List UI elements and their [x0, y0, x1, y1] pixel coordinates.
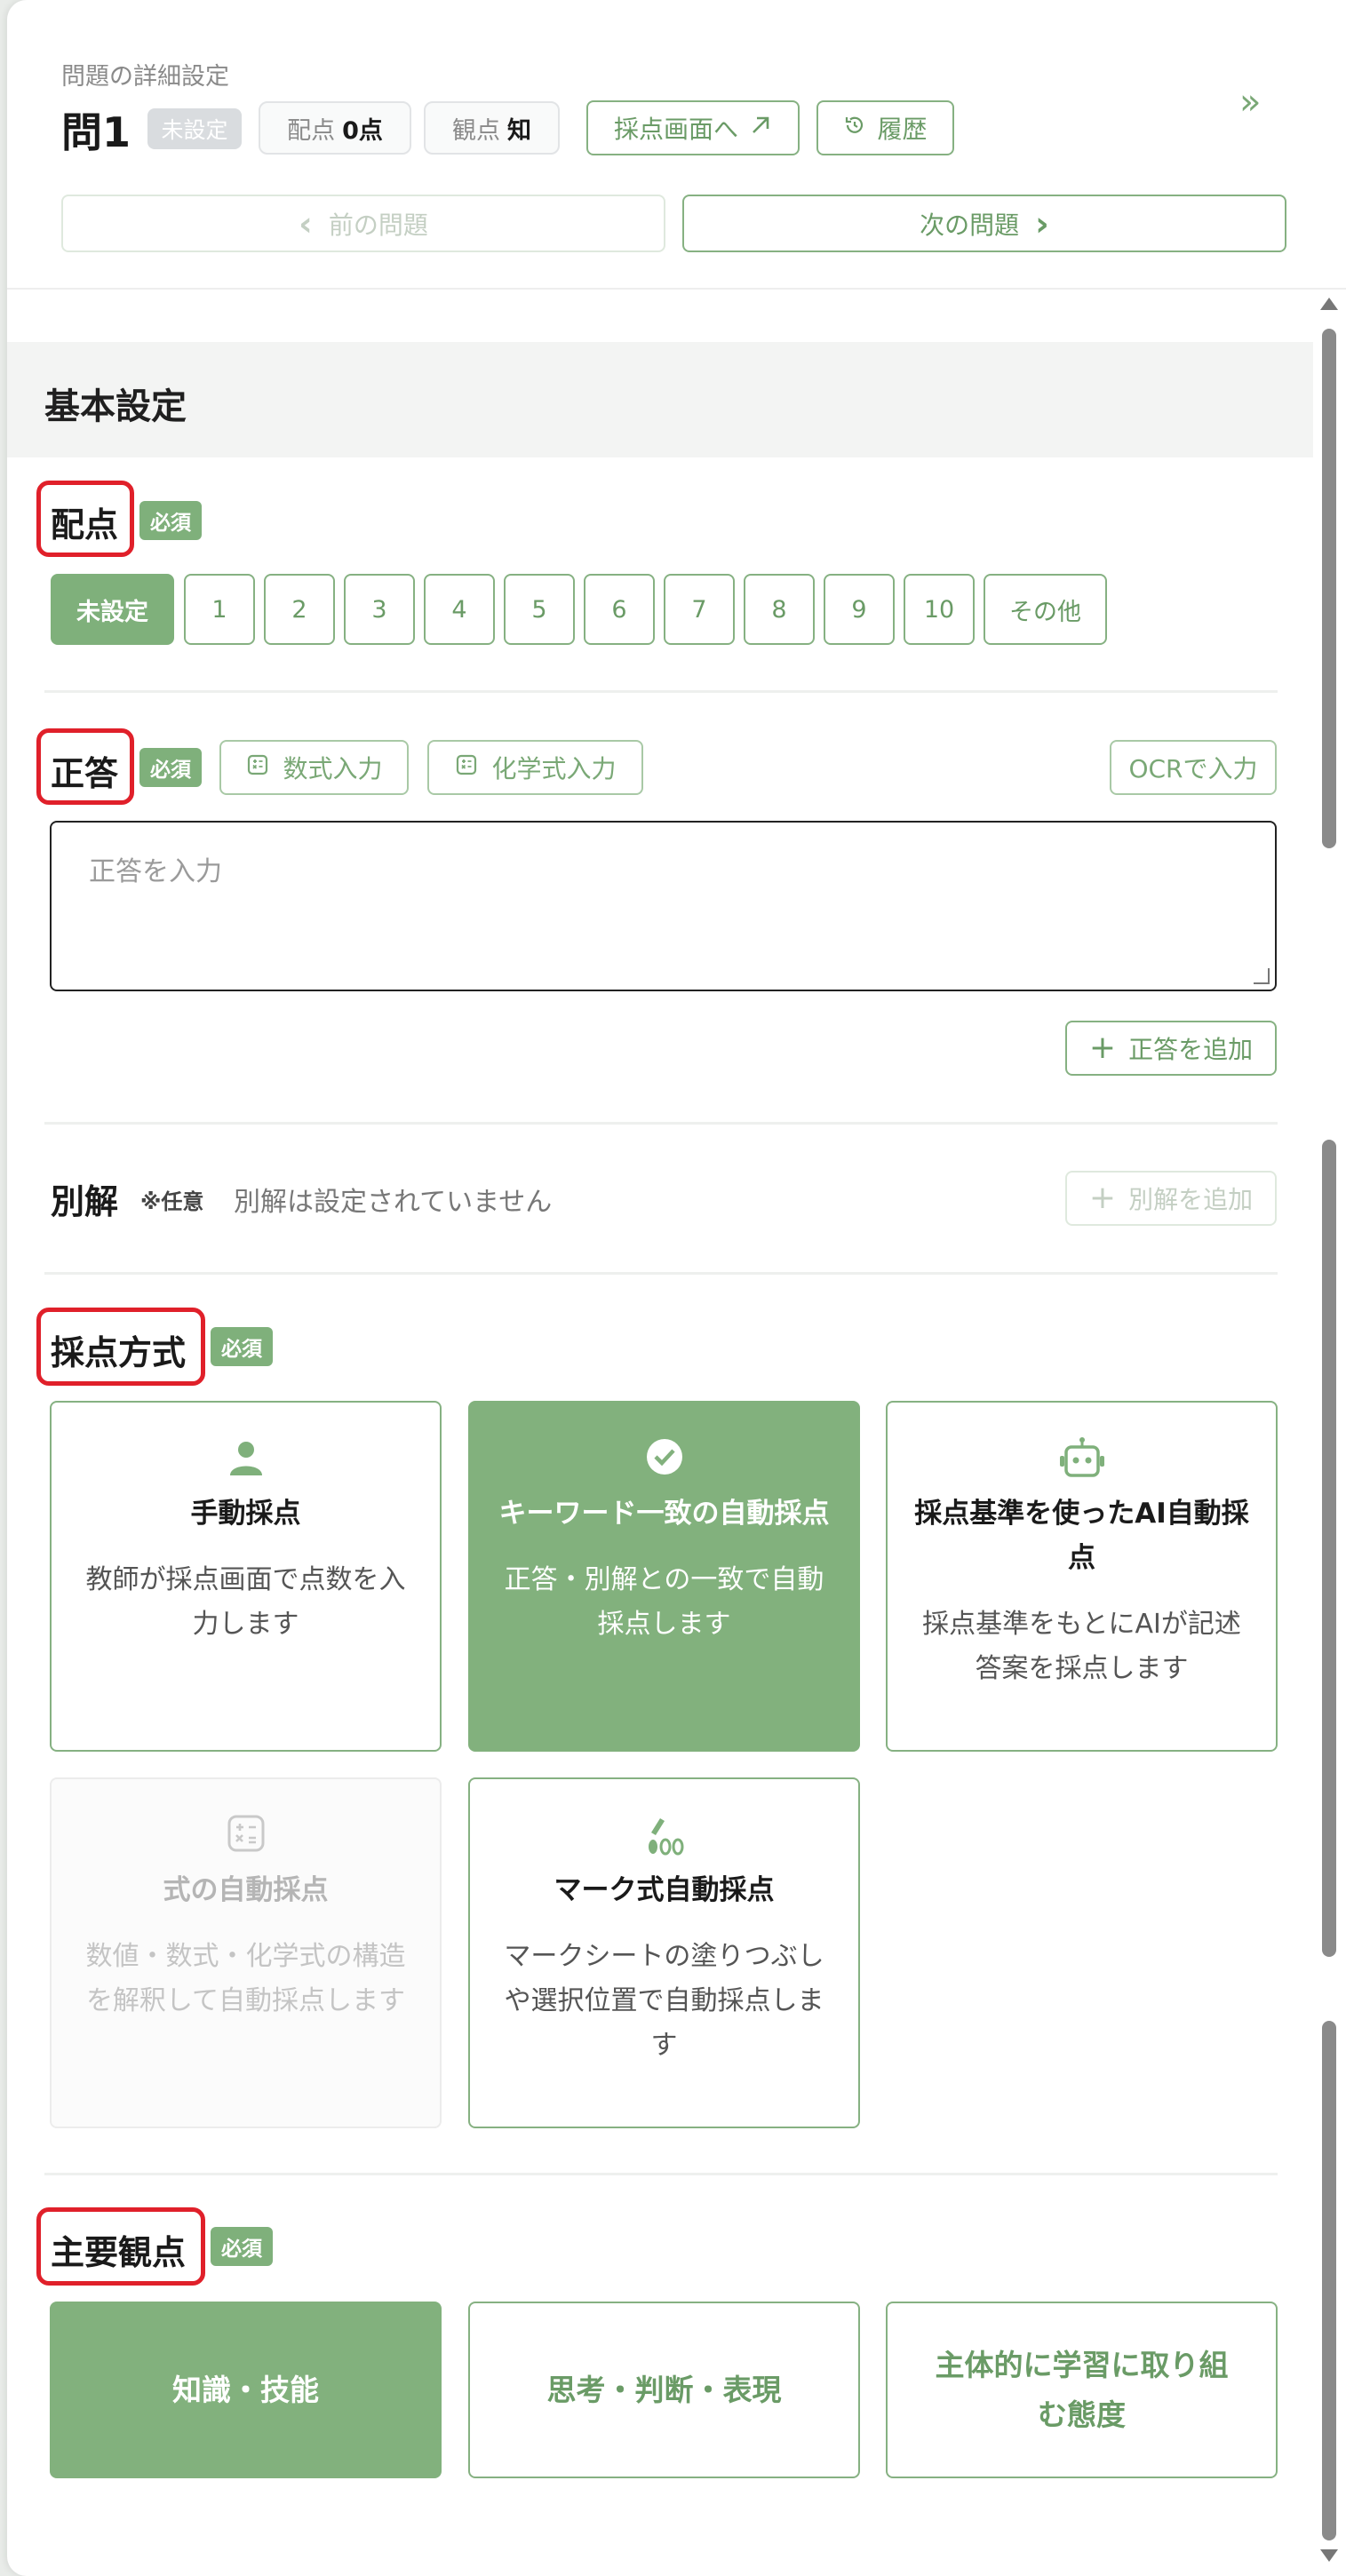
scoring-card-desc: マークシートの塗りつぶしや選択位置で自動採点します — [504, 1941, 824, 2061]
points-option-5[interactable]: 5 — [504, 574, 575, 645]
question-detail-panel: 問題の詳細設定 問1 未設定 配点 0点 観点 知 採点画面へ 履歴 » ‹ 前… — [7, 0, 1346, 2576]
answer-input[interactable]: 正答を入力 — [50, 821, 1277, 991]
scrollbar-thumb[interactable] — [1322, 329, 1336, 848]
viewpoint-option-thinking[interactable]: 思考・判断・表現 — [468, 2302, 860, 2478]
check-circle-icon — [470, 1436, 858, 1477]
points-option-unset[interactable]: 未設定 — [51, 574, 174, 645]
scoring-card-title: キーワード一致の自動採点 — [498, 1498, 830, 1530]
scoring-screen-button[interactable]: 採点画面へ — [586, 100, 800, 155]
scoring-card-keyword[interactable]: キーワード一致の自動採点 正答・別解との一致で自動採点します — [468, 1401, 860, 1752]
chem-input-label: 化学式入力 — [491, 754, 617, 783]
history-icon — [843, 114, 866, 143]
scoring-card-manual[interactable]: 手動採点 教師が採点画面で点数を入力します — [50, 1401, 442, 1752]
chem-input-button[interactable]: 化学式入力 — [427, 740, 643, 795]
divider — [44, 690, 1278, 693]
chevron-right-icon: › — [1035, 203, 1049, 243]
points-option-2[interactable]: 2 — [264, 574, 335, 645]
chevron-left-icon: ‹ — [299, 203, 313, 243]
scoring-card-title: 採点基準を使ったAI自動採点 — [914, 1498, 1249, 1574]
alternative-label: 別解 — [51, 1182, 119, 1221]
collapse-panel-icon[interactable]: » — [1239, 82, 1261, 123]
scoring-card-desc: 数値・数式・化学式の構造を解釈して自動採点します — [85, 1941, 406, 2016]
calculator-icon — [245, 752, 270, 783]
panel-header: 問題の詳細設定 問1 未設定 配点 0点 観点 知 採点画面へ 履歴 » ‹ 前… — [7, 0, 1346, 290]
question-title: 問1 — [61, 108, 131, 156]
scoring-card-desc: 正答・別解との一致で自動採点します — [504, 1564, 824, 1640]
scroll-up-arrow-icon[interactable] — [1320, 298, 1338, 310]
scoring-card-title: 式の自動採点 — [163, 1874, 329, 1906]
add-answer-button[interactable]: + 正答を追加 — [1065, 1021, 1277, 1076]
points-required-badge: 必須 — [139, 501, 202, 540]
calculator-icon — [52, 1813, 440, 1854]
history-label: 履歴 — [877, 115, 928, 144]
divider — [44, 1272, 1278, 1275]
status-badge: 未設定 — [147, 108, 242, 149]
viewpoint-chip: 観点 知 — [424, 101, 560, 155]
points-option-other[interactable]: その他 — [984, 574, 1107, 645]
points-option-9[interactable]: 9 — [824, 574, 895, 645]
points-option-6[interactable]: 6 — [584, 574, 655, 645]
scrollbar-thumb[interactable] — [1322, 1140, 1336, 1957]
math-input-button[interactable]: 数式入力 — [219, 740, 409, 795]
scoring-screen-label: 採点画面へ — [613, 115, 738, 144]
history-button[interactable]: 履歴 — [816, 100, 954, 155]
scoring-card-ai[interactable]: 採点基準を使ったAI自動採点 採点基準をもとにAIが記述答案を採点します — [886, 1401, 1278, 1752]
external-arrow-icon — [749, 114, 772, 143]
pencil-marks-icon — [470, 1813, 858, 1857]
points-option-4[interactable]: 4 — [424, 574, 495, 645]
alternative-empty-text: 別解は設定されていません — [234, 1187, 553, 1218]
points-option-7[interactable]: 7 — [664, 574, 735, 645]
basic-settings-title: 基本設定 — [44, 386, 187, 427]
robot-icon — [888, 1436, 1276, 1481]
math-input-label: 数式入力 — [283, 754, 383, 783]
add-answer-label: 正答を追加 — [1128, 1035, 1254, 1064]
basic-settings-header — [7, 342, 1313, 457]
divider — [44, 1122, 1278, 1125]
points-chip: 配点 0点 — [259, 101, 411, 155]
main-viewpoint-required-badge: 必須 — [211, 2227, 273, 2266]
viewpoint-chip-label: 観点 — [452, 116, 500, 145]
viewpoint-option-attitude[interactable]: 主体的に学習に取り組む態度 — [886, 2302, 1278, 2478]
alternative-optional-note: ※任意 — [140, 1189, 204, 1214]
divider — [44, 2173, 1278, 2175]
scoring-card-title: 手動採点 — [190, 1498, 301, 1530]
plus-icon: + — [1088, 1030, 1117, 1066]
add-alternative-label: 別解を追加 — [1128, 1185, 1254, 1214]
prev-question-button[interactable]: ‹ 前の問題 — [61, 195, 665, 252]
ocr-input-button[interactable]: OCRで入力 — [1110, 740, 1277, 795]
answer-label: 正答 — [51, 754, 119, 793]
scrollbar[interactable] — [1317, 298, 1340, 2576]
prev-question-label: 前の問題 — [328, 210, 428, 240]
next-question-button[interactable]: 次の問題 › — [682, 195, 1286, 252]
panel-overline: 問題の詳細設定 — [61, 63, 229, 91]
next-question-label: 次の問題 — [920, 210, 1020, 240]
viewpoint-chip-value: 知 — [507, 116, 531, 145]
calculator-icon — [454, 752, 479, 783]
scoring-card-desc: 採点基準をもとにAIが記述答案を採点します — [922, 1609, 1241, 1684]
scrollbar-thumb[interactable] — [1322, 2021, 1336, 2540]
points-chip-value: 0点 — [342, 116, 383, 145]
scoring-card-formula: 式の自動採点 数値・数式・化学式の構造を解釈して自動採点します — [50, 1777, 442, 2128]
scoring-card-desc: 教師が採点画面で点数を入力します — [85, 1564, 406, 1640]
points-option-3[interactable]: 3 — [344, 574, 415, 645]
points-option-8[interactable]: 8 — [744, 574, 815, 645]
answer-required-badge: 必須 — [139, 748, 202, 787]
points-label: 配点 — [51, 505, 119, 545]
answer-placeholder: 正答を入力 — [89, 856, 222, 887]
scoring-method-label: 採点方式 — [51, 1333, 187, 1372]
points-chip-label: 配点 — [287, 116, 336, 145]
scoring-method-required-badge: 必須 — [211, 1327, 273, 1366]
add-alternative-button[interactable]: + 別解を追加 — [1065, 1171, 1277, 1226]
points-option-10[interactable]: 10 — [904, 574, 975, 645]
resize-handle-icon[interactable] — [1254, 968, 1270, 984]
points-option-1[interactable]: 1 — [184, 574, 255, 645]
scoring-card-mark[interactable]: マーク式自動採点 マークシートの塗りつぶしや選択位置で自動採点します — [468, 1777, 860, 2128]
person-icon — [52, 1436, 440, 1479]
scoring-card-title: マーク式自動採点 — [554, 1874, 775, 1906]
plus-icon: + — [1088, 1180, 1117, 1216]
viewpoint-option-knowledge[interactable]: 知識・技能 — [50, 2302, 442, 2478]
scroll-down-arrow-icon[interactable] — [1320, 2549, 1338, 2562]
main-viewpoint-label: 主要観点 — [51, 2233, 187, 2272]
